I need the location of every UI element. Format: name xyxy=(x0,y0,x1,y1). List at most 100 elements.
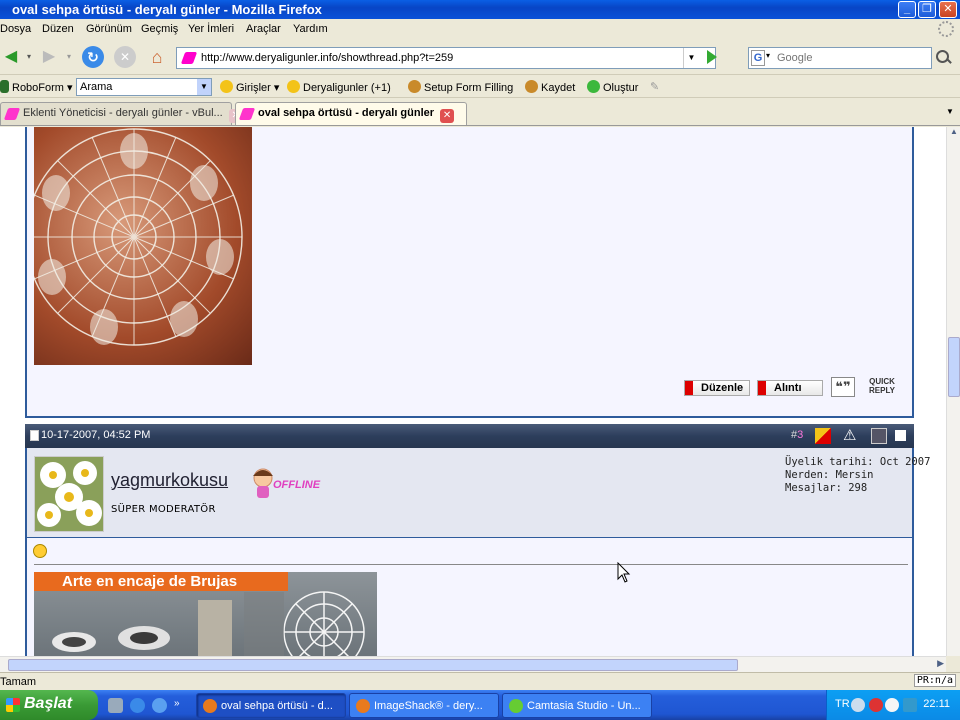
multiquote-icon[interactable]: ❝❞ xyxy=(831,377,855,397)
tab-close-icon[interactable]: ✕ xyxy=(440,109,455,123)
search-box[interactable]: G ▾ xyxy=(748,47,932,69)
start-button[interactable]: Başlat xyxy=(0,690,98,720)
search-input[interactable] xyxy=(777,50,927,66)
setup-form-filling-button[interactable]: Setup Form Filling xyxy=(408,80,513,94)
avatar[interactable] xyxy=(34,456,104,532)
arama-dropdown-icon[interactable]: ▼ xyxy=(197,79,211,95)
go-arrow-icon[interactable] xyxy=(707,50,717,64)
taskbar-item-firefox[interactable]: oval sehpa örtüsü - d... xyxy=(196,693,346,718)
highlighter-icon[interactable]: ✎ xyxy=(650,80,659,93)
stop-icon[interactable]: ✕ xyxy=(114,46,136,68)
horizontal-scroll-thumb[interactable] xyxy=(8,659,738,671)
language-indicator[interactable]: TR xyxy=(835,698,850,710)
window-title: oval sehpa örtüsü - deryalı günler - Moz… xyxy=(12,2,322,17)
menu-yer-imleri[interactable]: Yer İmleri xyxy=(188,23,234,35)
tab-eklenti-yoneticisi[interactable]: Eklenti Yöneticisi - deryalı günler - vB… xyxy=(0,102,243,125)
firefox-quicklaunch-icon[interactable] xyxy=(152,698,167,713)
post-image[interactable]: Arte en encaje de Brujas xyxy=(34,572,377,656)
url-bar[interactable]: http://www.deryaligunler.info/showthread… xyxy=(176,47,717,69)
taskbar-item-label: ImageShack® - dery... xyxy=(374,700,483,712)
url-history-dropdown-icon[interactable]: ▼ xyxy=(683,48,699,68)
post-number: 3 xyxy=(797,429,804,441)
back-history-dropdown-icon[interactable]: ▾ xyxy=(24,46,34,68)
tray-app-icon[interactable] xyxy=(903,698,917,712)
smiley-icon xyxy=(33,544,47,558)
quicklaunch-expand-icon[interactable]: » xyxy=(174,698,184,713)
forward-history-dropdown-icon[interactable]: ▾ xyxy=(64,46,74,68)
menu-dosya[interactable]: Dosya xyxy=(0,23,31,35)
search-magnifier-icon[interactable] xyxy=(934,49,954,67)
url-text: http://www.deryaligunler.info/showthread… xyxy=(201,52,454,64)
edit-button[interactable]: Düzenle xyxy=(684,380,750,396)
kaydet-button[interactable]: Kaydet xyxy=(525,80,575,94)
home-icon[interactable]: ⌂ xyxy=(146,46,168,68)
horizontal-scrollbar[interactable]: ▶ xyxy=(0,656,946,672)
google-engine-icon[interactable]: G xyxy=(751,50,765,66)
vertical-scroll-thumb[interactable] xyxy=(948,337,960,397)
girl-offline-icon: OFFLINE xyxy=(253,468,321,498)
close-button[interactable]: ✕ xyxy=(939,1,957,18)
page-viewport: Düzenle Alıntı ❝❞ QUICK REPLY 10-17-2007… xyxy=(0,127,946,656)
system-tray: TR 22:11 xyxy=(826,690,960,720)
firefox-icon xyxy=(356,699,370,713)
post-number-link[interactable]: #3 xyxy=(791,429,803,441)
arama-select[interactable]: Arama ▼ xyxy=(76,78,212,96)
navigation-toolbar: ◀ ▾ ▶ ▾ ↻ ✕ ⌂ http://www.deryaligunler.i… xyxy=(0,39,960,75)
olustur-label: Oluştur xyxy=(603,82,639,94)
ip-computer-icon[interactable] xyxy=(871,428,887,444)
tab-label: oval sehpa örtüsü - deryalı günler xyxy=(258,107,435,119)
deryaligunler-button[interactable]: Deryaligunler (+1) xyxy=(287,80,391,94)
roboform-button[interactable]: RoboForm ▾ xyxy=(0,80,73,94)
girisler-label: Girişler xyxy=(236,82,271,94)
select-post-checkbox[interactable] xyxy=(895,430,906,441)
reload-icon[interactable]: ↻ xyxy=(82,46,104,68)
tab-oval-sehpa[interactable]: oval sehpa örtüsü - deryalı günler ✕ xyxy=(235,102,467,125)
menu-duzen[interactable]: Düzen xyxy=(42,23,74,35)
user-info: Üyelik tarihi: Oct 2007 Nerden: Mersin M… xyxy=(785,456,930,495)
quote-label: Alıntı xyxy=(774,382,802,394)
daisies-avatar-image xyxy=(35,457,103,531)
quote-button[interactable]: Alıntı xyxy=(757,380,823,396)
girisler-button[interactable]: Girişler ▾ xyxy=(220,80,279,94)
offline-label: OFFLINE xyxy=(273,479,321,491)
windows-flag-icon xyxy=(6,698,20,712)
maximize-button[interactable]: ❐ xyxy=(918,1,936,18)
tray-network-icon[interactable] xyxy=(885,698,899,712)
minimize-button[interactable]: _ xyxy=(898,1,916,18)
clock[interactable]: 22:11 xyxy=(923,698,950,710)
taskbar-item-label: Camtasia Studio - Un... xyxy=(527,700,641,712)
quick-reply-label: QUICK REPLY xyxy=(869,377,895,395)
taskbar-item-camtasia[interactable]: Camtasia Studio - Un... xyxy=(502,693,652,718)
offline-status-badge: OFFLINE xyxy=(249,466,329,500)
scroll-right-arrow-icon[interactable]: ▶ xyxy=(937,658,944,669)
report-warning-icon[interactable]: ⚠ xyxy=(843,428,859,444)
engine-dropdown-icon[interactable]: ▾ xyxy=(766,51,770,60)
show-desktop-icon[interactable] xyxy=(108,698,123,713)
reputation-icon[interactable] xyxy=(815,428,831,444)
bobbin-lace-photo xyxy=(52,591,365,656)
quick-reply-button[interactable]: QUICK REPLY xyxy=(863,377,901,397)
tab-list-dropdown-icon[interactable]: ▼ xyxy=(942,103,958,121)
user-post-count: Mesajlar: 298 xyxy=(785,482,868,494)
window-title-bar[interactable]: oval sehpa örtüsü - deryalı günler - Moz… xyxy=(0,0,960,19)
scroll-up-arrow-icon[interactable]: ▲ xyxy=(948,127,960,141)
forward-arrow-icon[interactable]: ▶ xyxy=(38,46,60,68)
vertical-scrollbar[interactable]: ▲ xyxy=(946,127,960,656)
back-arrow-icon[interactable]: ◀ xyxy=(0,46,22,68)
olustur-button[interactable]: Oluştur xyxy=(587,80,638,94)
internet-explorer-icon[interactable] xyxy=(130,698,145,713)
divider xyxy=(34,564,908,565)
save-user-icon xyxy=(525,80,538,93)
username-link[interactable]: yagmurkokusu xyxy=(111,470,228,491)
menu-bar: Dosya Düzen Görünüm Geçmiş Yer İmleri Ar… xyxy=(0,19,960,39)
menu-yardim[interactable]: Yardım xyxy=(293,23,328,35)
menu-gorunum[interactable]: Görünüm xyxy=(86,23,132,35)
pagerank-indicator[interactable]: PR:n/a xyxy=(913,674,956,687)
taskbar-item-imageshack[interactable]: ImageShack® - dery... xyxy=(349,693,499,718)
user-icon xyxy=(408,80,421,93)
bookmarks-toolbar: RoboForm ▾ Arama ▼ Girişler ▾ Deryaligunl… xyxy=(0,76,960,98)
menu-araclar[interactable]: Araçlar xyxy=(246,23,281,35)
tray-collapse-icon[interactable] xyxy=(851,698,865,712)
menu-gecmis[interactable]: Geçmiş xyxy=(141,23,178,35)
tray-security-icon[interactable] xyxy=(869,698,883,712)
